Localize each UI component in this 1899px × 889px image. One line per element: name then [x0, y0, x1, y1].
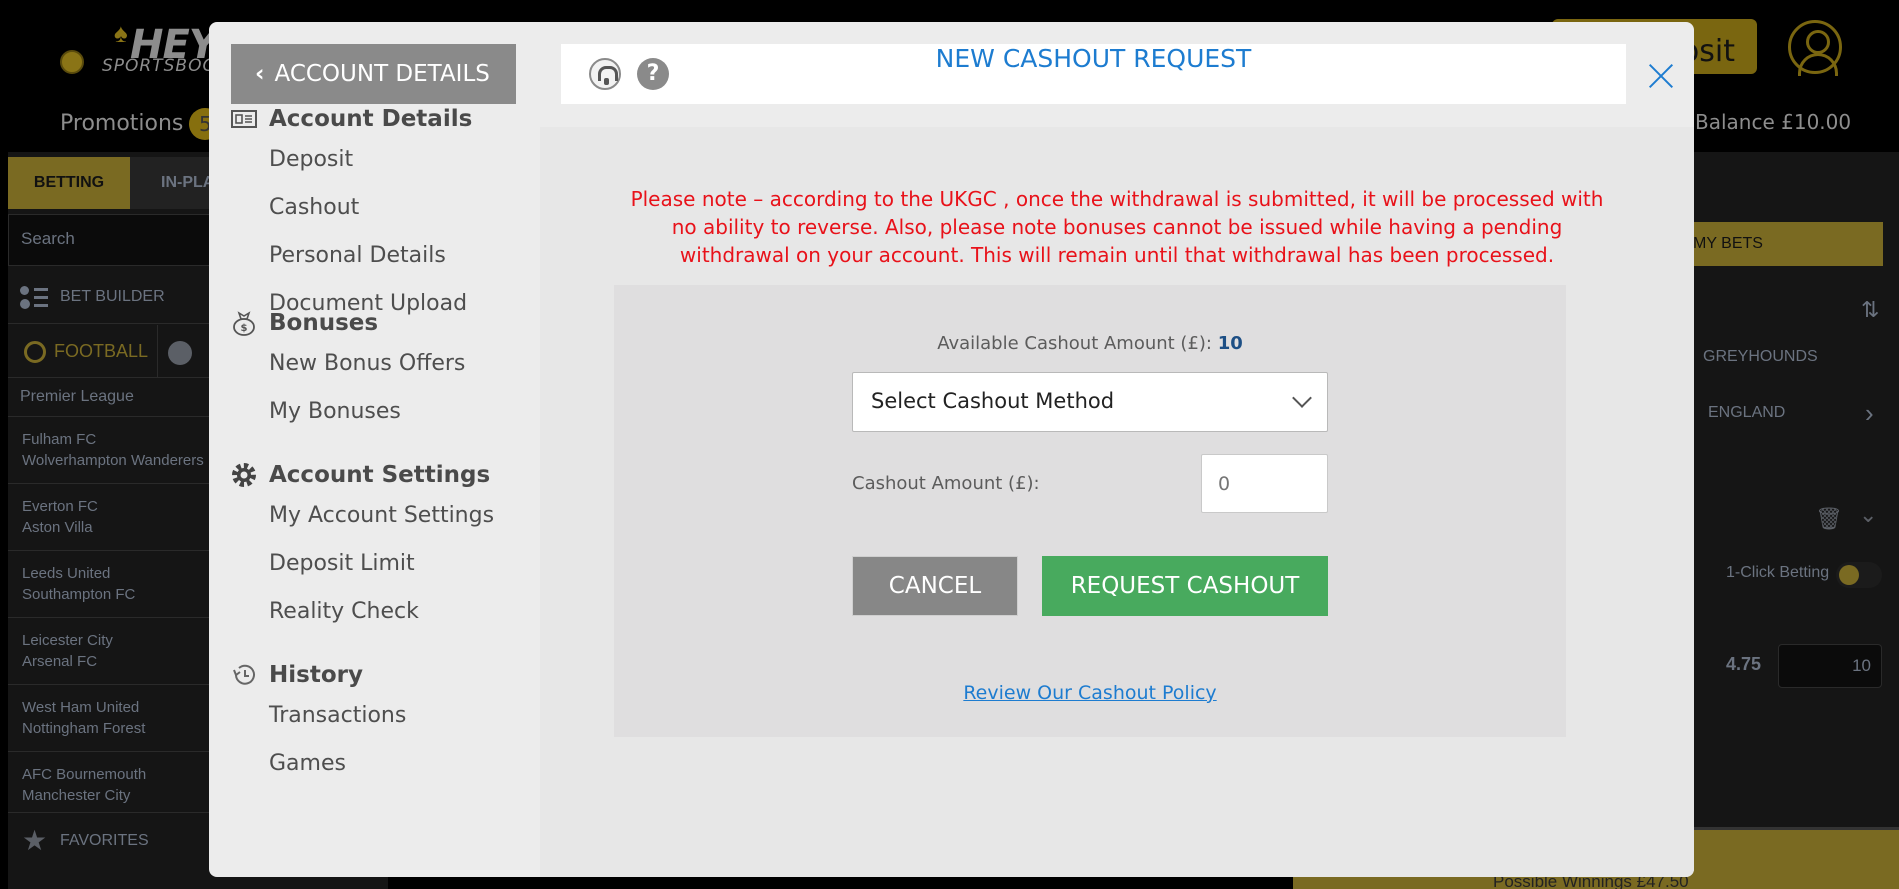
spade-logo-icon: ♠ [114, 18, 128, 48]
nav-section-bonuses: $ Bonuses New Bonus Offers My Bonuses [231, 306, 465, 436]
nav-section-account-settings: Account Settings My Account Settings Dep… [231, 458, 494, 636]
football-icon [24, 341, 46, 363]
england-link[interactable]: ENGLAND [1708, 404, 1785, 422]
bet-builder-label: BET BUILDER [60, 288, 165, 305]
back-button-label: ACCOUNT DETAILS [274, 61, 490, 87]
nav-heading: History [231, 658, 406, 692]
help-icon[interactable]: ? [637, 58, 669, 90]
back-to-account-details-button[interactable]: ‹ ACCOUNT DETAILS [231, 44, 516, 104]
nav-heading: Account Details [231, 102, 472, 136]
football-label: FOOTBALL [54, 341, 149, 361]
balance-display: Balance £10.00 [1695, 110, 1852, 134]
available-cashout: Available Cashout Amount (£): 10 [614, 333, 1566, 354]
cashout-method-select[interactable]: Select Cashout Method [852, 372, 1328, 432]
nav-item-personal-details[interactable]: Personal Details [231, 232, 472, 280]
league-heading: Premier League [20, 388, 134, 405]
nav-item-new-bonus-offers[interactable]: New Bonus Offers [231, 340, 465, 388]
available-cashout-value: 10 [1217, 333, 1243, 354]
stake-input[interactable]: 10 [1778, 644, 1882, 688]
greyhounds-link[interactable]: GREYHOUNDS [1703, 348, 1818, 366]
promotions-label: Promotions [60, 111, 184, 136]
cancel-button[interactable]: CANCEL [852, 556, 1018, 616]
favorites-label: FAVORITES [60, 832, 149, 849]
cashout-content: Please note – according to the UKGC , on… [540, 127, 1694, 877]
user-account-icon[interactable] [1788, 20, 1842, 76]
star-icon: ★ [22, 825, 48, 856]
nav-item-my-account-settings[interactable]: My Account Settings [231, 492, 494, 540]
cashout-form: Available Cashout Amount (£): 10 Select … [614, 285, 1566, 737]
nav-section-account-details: Account Details Deposit Cashout Personal… [231, 102, 472, 328]
modal-title-bar: NEW CASHOUT REQUEST ? [561, 44, 1626, 104]
nav-item-cashout[interactable]: Cashout [231, 184, 472, 232]
nav-heading-label: History [269, 662, 363, 688]
cashout-amount-input[interactable] [1201, 454, 1328, 513]
nav-item-deposit-limit[interactable]: Deposit Limit [231, 540, 494, 588]
list-icon [20, 286, 48, 310]
nav-item-reality-check[interactable]: Reality Check [231, 588, 494, 636]
trash-icon[interactable]: 🗑 [1815, 506, 1843, 532]
cashout-policy-link[interactable]: Review Our Cashout Policy [963, 682, 1216, 704]
one-click-betting-label: 1-Click Betting [1726, 564, 1830, 581]
id-card-icon [231, 110, 257, 128]
nav-item-deposit[interactable]: Deposit [231, 136, 472, 184]
football-logo-icon [60, 50, 84, 74]
cashout-amount-label: Cashout Amount (£): [852, 473, 1040, 494]
site-logo[interactable]: ♠ HEY SPORTSBOOK [58, 18, 228, 80]
promotions-link[interactable]: Promotions 5 [60, 108, 222, 140]
svg-text:$: $ [241, 323, 248, 334]
tab-betting[interactable]: BETTING [8, 157, 130, 209]
chevron-right-icon[interactable]: › [1865, 398, 1874, 429]
money-bag-icon: $ [233, 311, 255, 336]
nav-heading-label: Bonuses [269, 310, 379, 336]
nav-heading-label: Account Settings [269, 462, 491, 488]
chevron-down-icon [1292, 388, 1312, 408]
nav-item-games[interactable]: Games [231, 740, 406, 788]
nav-heading: $ Bonuses [231, 306, 465, 340]
nav-heading-label: Account Details [269, 106, 473, 132]
request-cashout-button[interactable]: REQUEST CASHOUT [1042, 556, 1328, 616]
withdrawal-notice: Please note – according to the UKGC , on… [630, 187, 1604, 267]
cashout-method-value: Select Cashout Method [871, 389, 1115, 413]
account-modal: ‹ ACCOUNT DETAILS Account Details Deposit… [209, 22, 1694, 877]
available-cashout-label: Available Cashout Amount (£): [937, 333, 1212, 354]
chevron-left-icon: ‹ [255, 61, 265, 87]
close-icon[interactable] [1646, 60, 1676, 90]
cashout-policy: Review Our Cashout Policy [614, 682, 1566, 704]
history-icon [233, 664, 255, 685]
live-support-icon[interactable] [589, 58, 621, 90]
sport-football[interactable]: FOOTBALL [16, 325, 158, 378]
sort-icon[interactable]: ⇅ [1861, 297, 1885, 322]
nav-item-transactions[interactable]: Transactions [231, 692, 406, 740]
gear-icon [232, 463, 256, 487]
one-click-betting-toggle[interactable] [1836, 562, 1882, 588]
nav-heading: Account Settings [231, 458, 494, 492]
bet-odds: 4.75 [1726, 654, 1762, 674]
nav-section-history: History Transactions Games [231, 658, 406, 788]
modal-title: NEW CASHOUT REQUEST [935, 44, 1252, 73]
basketball-icon[interactable] [168, 341, 192, 365]
nav-item-my-bonuses[interactable]: My Bonuses [231, 388, 465, 436]
chevron-down-icon[interactable]: ⌄ [1859, 502, 1877, 528]
